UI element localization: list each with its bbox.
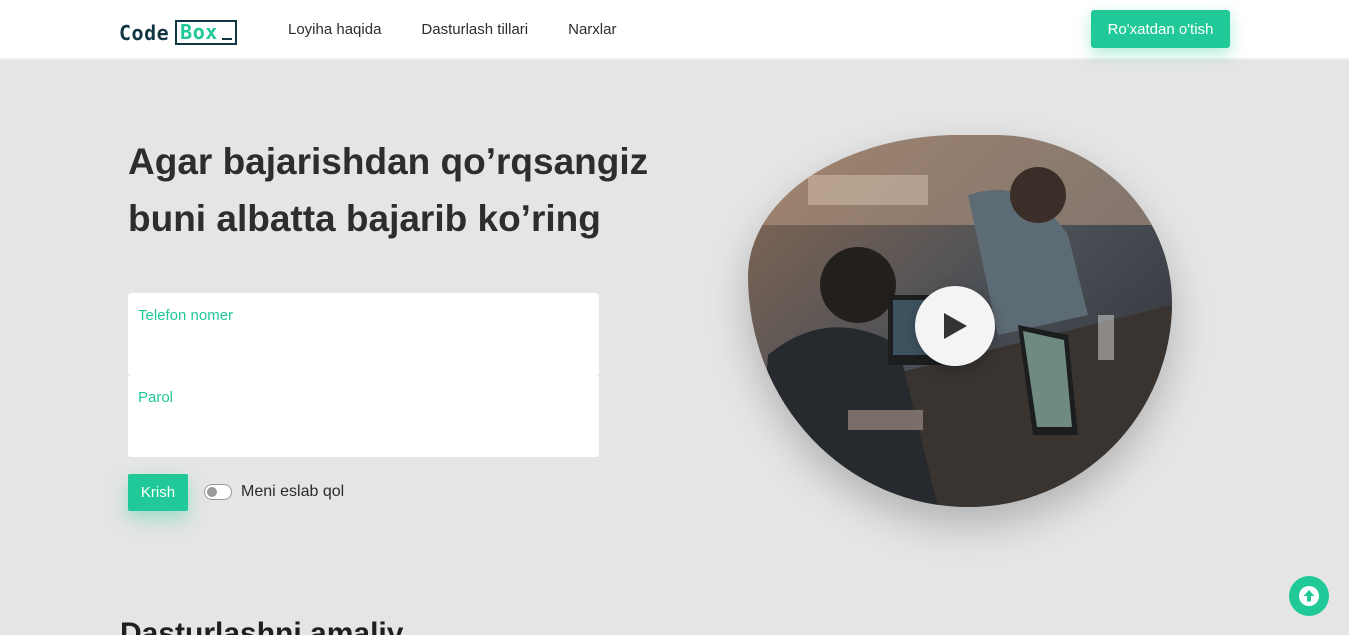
section-title: Dasturlashni amaliy <box>120 617 404 635</box>
signup-button[interactable]: Ro'xatdan o'tish <box>1091 10 1230 48</box>
nav-link-about[interactable]: Loyiha haqida <box>288 21 381 38</box>
logo[interactable]: Code Box <box>119 20 237 45</box>
phone-label: Telefon nomer <box>138 307 234 324</box>
logo-cursor <box>221 38 232 40</box>
logo-box: Box <box>175 20 237 45</box>
main-nav: Loyiha haqida Dasturlash tillari Narxlar <box>288 21 616 38</box>
arrow-up-circle-icon <box>1299 586 1319 606</box>
hero-title: Agar bajarishdan qo’rqsangiz buni albatt… <box>128 133 688 247</box>
play-icon <box>944 313 967 339</box>
nav-link-prices[interactable]: Narxlar <box>568 21 616 38</box>
nav-link-languages[interactable]: Dasturlash tillari <box>421 21 528 38</box>
password-label: Parol <box>138 389 174 406</box>
login-button[interactable]: Krish <box>128 474 188 511</box>
scroll-top-button[interactable] <box>1289 576 1329 616</box>
password-input[interactable] <box>138 417 588 445</box>
hero-title-line2: buni albatta bajarib ko’ring <box>128 198 601 239</box>
hero-title-line1: Agar bajarishdan qo’rqsangiz <box>128 141 649 182</box>
remember-label: Meni eslab qol <box>241 483 345 500</box>
remember-toggle[interactable] <box>204 484 232 500</box>
password-field[interactable]: Parol <box>128 375 599 457</box>
logo-box-text: Box <box>180 20 218 44</box>
phone-field[interactable]: Telefon nomer <box>128 293 599 375</box>
phone-input[interactable] <box>138 335 588 363</box>
toggle-knob <box>207 487 217 497</box>
play-button[interactable] <box>915 286 995 366</box>
logo-code-text: Code <box>119 20 170 45</box>
navbar: Code Box Loyiha haqida Dasturlash tillar… <box>0 0 1349 60</box>
